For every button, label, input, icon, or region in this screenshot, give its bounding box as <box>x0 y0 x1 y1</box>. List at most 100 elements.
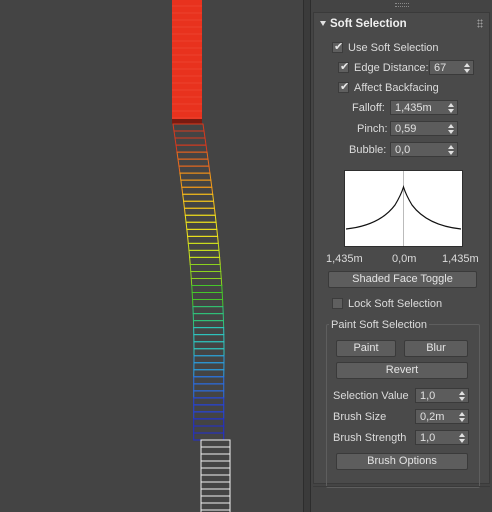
spinner-arrows-icon[interactable] <box>448 124 454 134</box>
selection-value-spinner[interactable]: 1,0 <box>415 388 469 403</box>
falloff-segment <box>193 348 225 357</box>
unselected-segment <box>200 460 231 469</box>
falloff-label: Falloff: <box>352 102 385 114</box>
falloff-curve <box>345 171 462 246</box>
falloff-segment <box>193 355 225 364</box>
brush-size-label: Brush Size <box>333 411 387 423</box>
falloff-segment <box>174 137 207 146</box>
falloff-segment <box>192 313 224 322</box>
falloff-curve-graph <box>344 170 463 247</box>
curve-right-label: 1,435m <box>442 253 479 265</box>
falloff-segment <box>185 221 218 230</box>
spinner-arrows-icon[interactable] <box>464 63 470 73</box>
brush-strength-spinner[interactable]: 1,0 <box>415 430 469 445</box>
rollout-header[interactable]: Soft Selection <box>314 13 489 35</box>
collapse-arrow-icon[interactable] <box>320 21 326 26</box>
brush-options-button[interactable]: Brush Options <box>336 453 468 470</box>
blur-button[interactable]: Blur <box>404 340 468 357</box>
falloff-segment <box>193 418 225 427</box>
lock-soft-selection-label: Lock Soft Selection <box>348 298 443 310</box>
selection-value[interactable]: 1,0 <box>420 390 435 402</box>
panel-grip-icon[interactable] <box>395 3 409 7</box>
shaded-face-toggle-button[interactable]: Shaded Face Toggle <box>328 271 477 288</box>
falloff-segment <box>179 172 212 181</box>
falloff-segment <box>188 249 221 258</box>
falloff-segment <box>189 256 221 265</box>
falloff-segment <box>193 397 225 406</box>
affect-backfacing-checkbox[interactable]: ✔ <box>338 81 350 93</box>
spinner-arrows-icon[interactable] <box>448 145 454 155</box>
rollout-drag-icon[interactable] <box>477 19 483 28</box>
panel-bottom-edge <box>313 486 490 490</box>
brush-size-value[interactable]: 0,2m <box>420 411 444 423</box>
edge-distance-spinner[interactable]: 67 <box>429 60 474 75</box>
affect-backfacing-label: Affect Backfacing <box>354 82 439 94</box>
unselected-segment <box>200 453 231 462</box>
falloff-segment <box>191 285 223 294</box>
revert-button[interactable]: Revert <box>336 362 468 379</box>
spinner-arrows-icon[interactable] <box>459 391 465 401</box>
pinch-label: Pinch: <box>357 123 388 135</box>
falloff-segment <box>193 341 225 350</box>
falloff-segment <box>193 390 225 399</box>
command-panel: Soft Selection ✔ Use Soft Selection ✔ Ed… <box>311 0 492 512</box>
falloff-segment <box>191 292 224 301</box>
falloff-segment <box>193 404 225 413</box>
viewport[interactable] <box>0 0 303 512</box>
use-soft-selection-checkbox[interactable]: ✔ <box>332 41 344 53</box>
bubble-value[interactable]: 0,0 <box>395 144 410 156</box>
selection-value-label: Selection Value <box>333 390 409 402</box>
falloff-segment <box>187 242 220 251</box>
unselected-segment <box>200 446 231 455</box>
falloff-segment <box>183 200 216 209</box>
checkmark-icon: ✔ <box>334 41 344 53</box>
lock-soft-selection-checkbox[interactable] <box>332 298 343 309</box>
falloff-segment <box>172 123 205 132</box>
falloff-segment <box>190 270 222 279</box>
brush-size-spinner[interactable]: 0,2m <box>415 409 469 424</box>
falloff-segment <box>193 362 225 371</box>
checkmark-icon: ✔ <box>340 81 350 93</box>
falloff-segment <box>192 306 224 315</box>
falloff-segment <box>187 235 219 244</box>
edge-distance-checkbox[interactable]: ✔ <box>338 61 350 73</box>
unselected-segment <box>200 502 231 511</box>
pinch-value[interactable]: 0,59 <box>395 123 416 135</box>
unselected-segment <box>200 481 231 490</box>
use-soft-selection-label: Use Soft Selection <box>348 42 439 54</box>
falloff-segment <box>192 299 224 308</box>
selection-boundary <box>172 119 202 124</box>
unselected-segment <box>200 474 231 483</box>
curve-center-label: 0,0m <box>392 253 417 265</box>
falloff-segment <box>192 320 225 329</box>
checkmark-icon: ✔ <box>340 61 350 73</box>
falloff-segment <box>193 432 225 441</box>
falloff-segment <box>184 214 217 223</box>
rollout-title: Soft Selection <box>330 18 407 30</box>
soft-selected-column[interactable] <box>0 0 303 512</box>
falloff-value[interactable]: 1,435m <box>395 102 432 114</box>
spinner-arrows-icon[interactable] <box>448 103 454 113</box>
spinner-arrows-icon[interactable] <box>459 433 465 443</box>
falloff-segment <box>193 334 225 343</box>
falloff-segment <box>182 193 215 202</box>
falloff-segment <box>193 327 225 336</box>
panel-splitter[interactable] <box>303 0 311 512</box>
edge-distance-value[interactable]: 67 <box>434 62 446 74</box>
falloff-segment <box>193 383 225 392</box>
falloff-segment <box>193 369 225 378</box>
unselected-segment <box>200 467 231 476</box>
edge-distance-label: Edge Distance: <box>354 62 429 74</box>
falloff-spinner[interactable]: 1,435m <box>390 100 458 115</box>
brush-strength-value[interactable]: 1,0 <box>420 432 435 444</box>
unselected-segment <box>200 495 231 504</box>
spinner-arrows-icon[interactable] <box>459 412 465 422</box>
paint-button[interactable]: Paint <box>336 340 396 357</box>
falloff-segment <box>177 158 210 167</box>
bubble-spinner[interactable]: 0,0 <box>390 142 458 157</box>
falloff-segment <box>189 263 222 272</box>
falloff-segment <box>193 411 225 420</box>
pinch-spinner[interactable]: 0,59 <box>390 121 458 136</box>
falloff-segment <box>181 186 214 195</box>
bubble-label: Bubble: <box>349 144 387 156</box>
